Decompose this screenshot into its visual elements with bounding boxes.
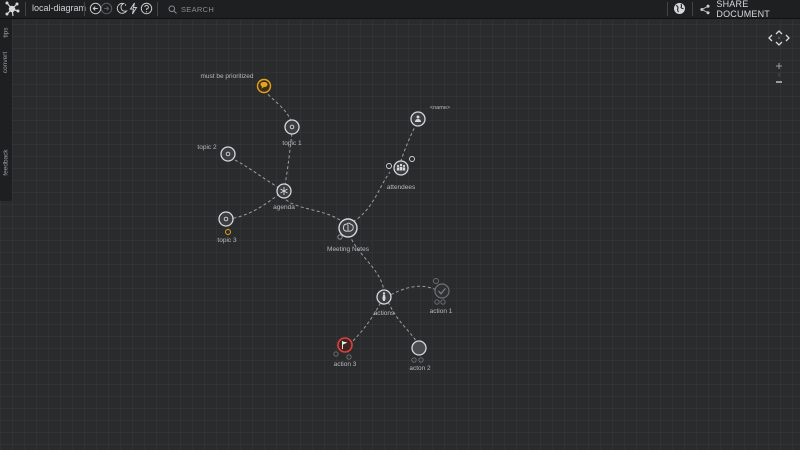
connector-handle[interactable] bbox=[411, 357, 417, 363]
connector-handle[interactable] bbox=[225, 229, 231, 235]
connectors bbox=[228, 91, 438, 345]
node-label: attendees bbox=[387, 184, 416, 191]
connector-handle[interactable] bbox=[418, 357, 424, 363]
node-label: Meeting Notes bbox=[327, 246, 370, 253]
node-name[interactable]: <name> bbox=[410, 105, 450, 127]
node-label: agenda bbox=[273, 204, 295, 211]
node-label: <name> bbox=[430, 105, 450, 111]
connector-handle[interactable] bbox=[386, 163, 392, 169]
mind-map-canvas[interactable]: Meeting Notes agenda topic 1 topic 2 top… bbox=[0, 0, 800, 450]
node-action-1[interactable]: action 1 bbox=[430, 278, 453, 316]
node-agenda[interactable]: agenda bbox=[273, 183, 295, 211]
node-topic-2[interactable]: topic 2 bbox=[197, 144, 236, 162]
link-agenda-topic2 bbox=[228, 156, 285, 192]
runner-icon bbox=[382, 292, 386, 301]
connector-handle[interactable] bbox=[333, 351, 339, 357]
node-label: actions bbox=[374, 310, 395, 317]
node-label: action 3 bbox=[334, 361, 357, 368]
node-label: action 1 bbox=[430, 308, 453, 315]
node-topic-3[interactable]: topic 3 bbox=[217, 211, 237, 244]
link-actions-action3 bbox=[349, 297, 384, 345]
connector-handle[interactable] bbox=[337, 234, 343, 240]
empty-circle-icon bbox=[411, 340, 427, 356]
node-meeting-notes[interactable]: Meeting Notes bbox=[327, 218, 370, 253]
link-root-actions bbox=[347, 228, 385, 293]
node-must-be-prioritized[interactable]: must be prioritized bbox=[200, 73, 272, 94]
link-root-attendees bbox=[347, 171, 391, 225]
node-label: acton 2 bbox=[409, 365, 431, 372]
node-action-2[interactable]: acton 2 bbox=[409, 340, 431, 372]
node-action-3[interactable]: action 3 bbox=[333, 337, 357, 368]
connector-handle[interactable] bbox=[346, 354, 352, 360]
link-actions-action1 bbox=[385, 285, 438, 298]
connector-handle[interactable] bbox=[440, 299, 446, 305]
connector-handle[interactable] bbox=[434, 299, 440, 305]
node-label: topic 3 bbox=[217, 237, 237, 244]
link-actions-action2 bbox=[385, 296, 419, 345]
node-label: must be prioritized bbox=[200, 73, 253, 80]
node-attendees[interactable]: attendees bbox=[386, 156, 417, 192]
node-label: topic 2 bbox=[197, 144, 217, 151]
node-topic-1[interactable]: topic 1 bbox=[282, 119, 302, 147]
connector-handle[interactable] bbox=[433, 278, 439, 284]
node-label: topic 1 bbox=[282, 140, 302, 147]
connector-handle[interactable] bbox=[409, 156, 415, 162]
